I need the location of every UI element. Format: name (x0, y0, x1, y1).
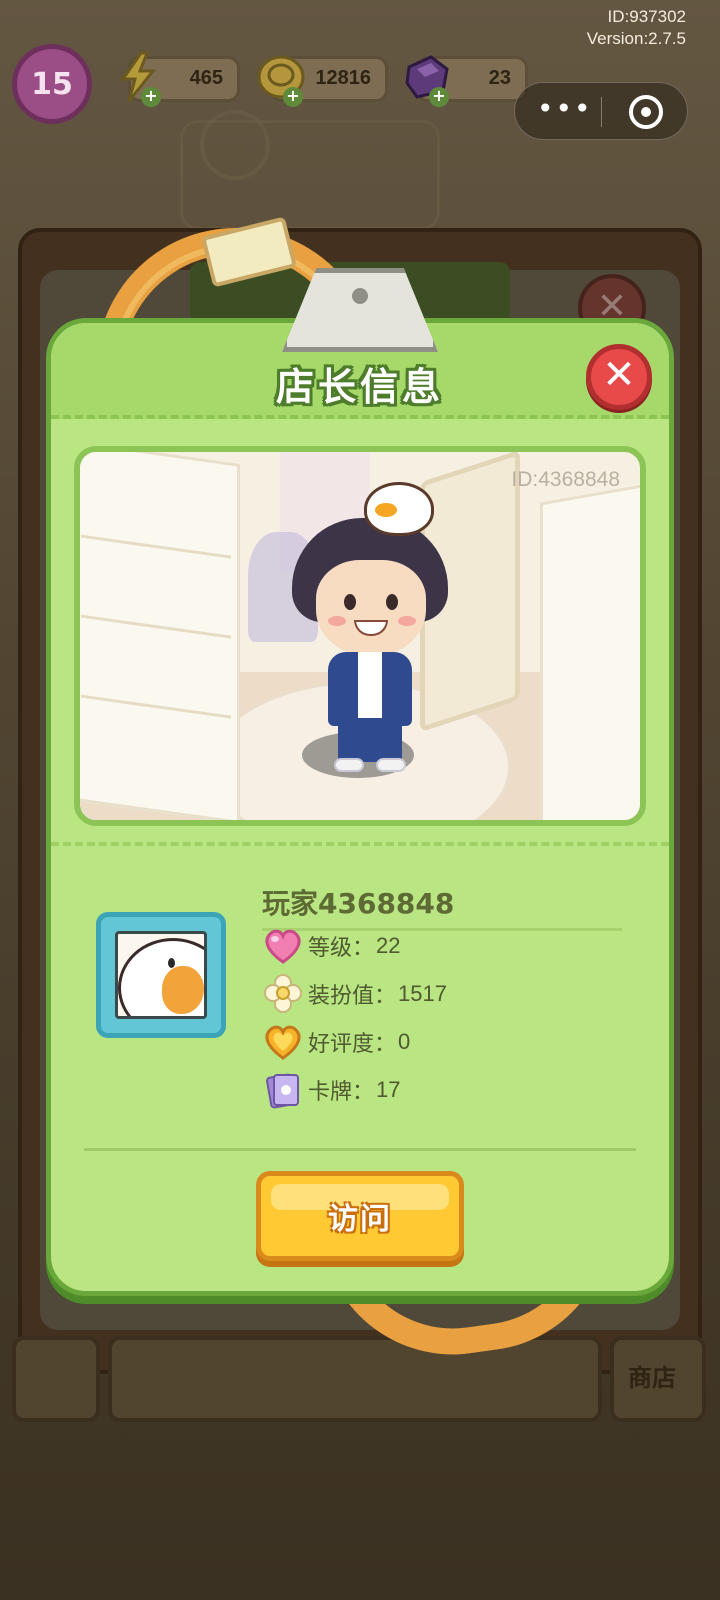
more-menu-icon[interactable]: ••• (537, 95, 597, 126)
visit-button[interactable]: 访问 (256, 1171, 464, 1261)
stat-cards-value: 17 (376, 1077, 401, 1102)
stat-cards-label: 卡牌： (308, 1080, 375, 1105)
visit-button-label: 访问 (328, 1202, 392, 1237)
energy-value: 465 (189, 67, 223, 89)
stat-cards: 卡牌： 17 (262, 1070, 401, 1110)
section-divider (51, 842, 669, 846)
avatar-preview: ID:4368848 (74, 446, 646, 826)
wardrobe-left (80, 452, 240, 820)
gem-counter: + 23 (405, 55, 528, 107)
hang-tag-hole (352, 288, 368, 304)
duck-avatar-image (115, 931, 207, 1019)
character-shoe (376, 758, 406, 772)
character-jacket (328, 652, 412, 726)
gem-value: 23 (488, 67, 511, 89)
energy-counter: + 465 (120, 51, 240, 107)
exit-target-icon[interactable] (629, 95, 663, 129)
info-divider (84, 1148, 636, 1151)
wardrobe-right (540, 481, 640, 820)
player-avatar (96, 912, 226, 1038)
character-cheek (328, 616, 346, 626)
player-character (270, 482, 460, 782)
stat-rating: 好评度： 0 (262, 1022, 410, 1062)
stat-level-label: 等级： (308, 936, 375, 961)
gold-heart-icon (265, 1025, 301, 1060)
stat-dress-value: 装扮值： 1517 (262, 974, 447, 1014)
miniprogram-capsule: ••• (514, 82, 688, 140)
character-cheek (398, 616, 416, 626)
version-text: Version:2.7.5 (586, 29, 686, 48)
flower-icon (264, 974, 302, 1013)
player-name: 玩家4368848 (262, 887, 455, 920)
stat-dress-label: 装扮值： (308, 984, 397, 1009)
coin-value: 12816 (315, 67, 371, 89)
capsule-separator (601, 97, 602, 127)
coin-plus-icon: + (283, 87, 303, 107)
character-eye (344, 594, 356, 610)
coin-counter: + 12816 (257, 55, 388, 107)
duck-hat (364, 482, 434, 536)
close-button[interactable]: ✕ (586, 344, 652, 410)
system-info: ID:937302 Version:2.7.5 (587, 6, 686, 50)
stat-dress-number: 1517 (398, 981, 447, 1006)
character-face (316, 560, 426, 656)
card-icon (266, 1073, 299, 1109)
character-eye (386, 594, 398, 610)
wardrobe-shelf (81, 614, 231, 639)
level-badge: 15 (12, 44, 92, 124)
close-icon: ✕ (602, 352, 636, 398)
character-shoe (334, 758, 364, 772)
gem-plus-icon: + (429, 87, 449, 107)
pink-heart-icon (265, 929, 301, 964)
stat-level-value: 22 (376, 933, 401, 958)
system-id-text: ID:937302 (607, 7, 686, 26)
character-pants (338, 718, 402, 762)
preview-player-id: ID:4368848 (511, 468, 620, 491)
character-mouth (354, 620, 388, 636)
wardrobe-shelf (81, 534, 231, 559)
stat-rating-label: 好评度： (308, 1032, 397, 1057)
energy-plus-icon: + (141, 87, 161, 107)
wardrobe-shelf (81, 694, 231, 719)
stat-level: 等级： 22 (262, 926, 401, 966)
level-value: 15 (31, 66, 73, 102)
stat-rating-value: 0 (398, 1029, 411, 1054)
